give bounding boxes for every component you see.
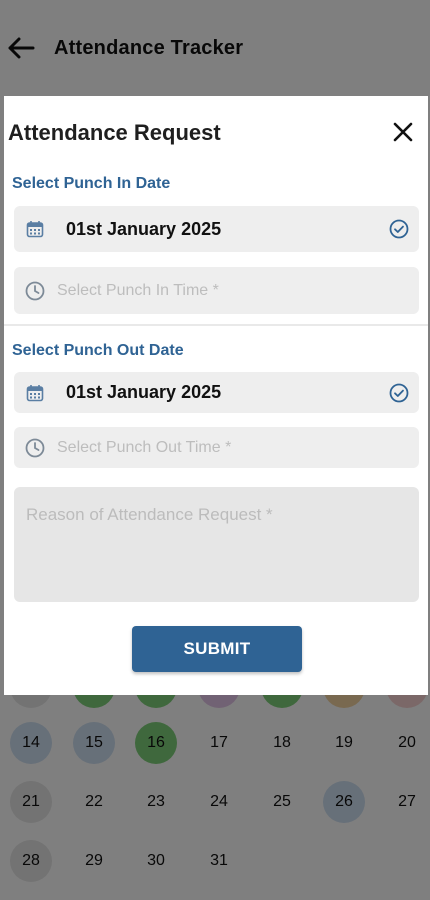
punch-in-date-label: Select Punch In Date [12,175,171,192]
submit-button[interactable]: SUBMIT [132,626,302,672]
calendar-icon [24,218,46,240]
punch-in-date-value: 01st January 2025 [66,218,222,239]
reason-textarea[interactable]: Reason of Attendance Request * [14,487,419,602]
punch-out-time-placeholder: Select Punch Out Time * [57,438,232,456]
punch-out-date-value: 01st January 2025 [66,382,222,402]
punch-in-time-placeholder: Select Punch In Time * [57,281,219,299]
clock-icon [24,280,46,302]
check-circle-icon [388,218,410,240]
section-divider [4,324,428,326]
dialog-title: Attendance Request [8,120,221,145]
close-icon[interactable] [390,119,416,145]
clock-icon [24,437,46,459]
punch-out-time-field[interactable]: Select Punch Out Time * [14,427,419,468]
check-circle-icon [388,382,410,404]
calendar-icon [24,382,46,404]
punch-in-date-field[interactable]: 01st January 2025 [14,206,419,252]
punch-in-time-field[interactable]: Select Punch In Time * [14,267,419,314]
punch-out-date-label: Select Punch Out Date [12,342,184,359]
punch-out-date-field[interactable]: 01st January 2025 [14,372,419,413]
